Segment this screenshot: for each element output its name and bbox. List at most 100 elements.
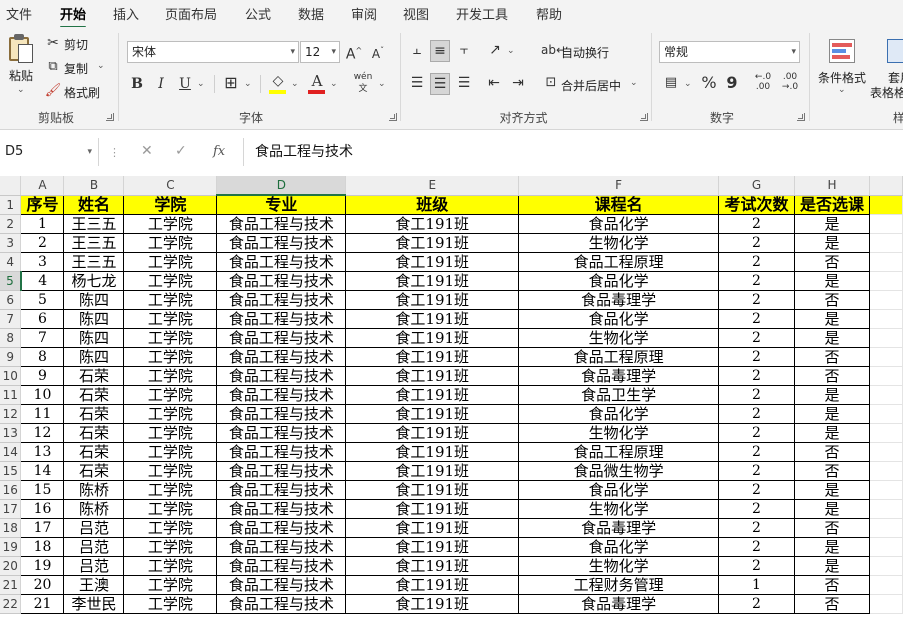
- cell[interactable]: 12: [20, 423, 65, 443]
- cell[interactable]: 陈四: [63, 290, 125, 310]
- cell[interactable]: 13: [20, 442, 65, 462]
- paste-dropdown-icon[interactable]: ⌄: [17, 85, 25, 95]
- cut-icon[interactable]: ✂: [44, 33, 62, 53]
- cell-empty[interactable]: [869, 442, 903, 462]
- cell[interactable]: 工学院: [123, 271, 218, 291]
- cell[interactable]: 食工191班: [345, 499, 520, 519]
- cell[interactable]: 工学院: [123, 461, 218, 481]
- tab-2[interactable]: 插入: [113, 4, 139, 23]
- increase-font-size-icon[interactable]: A^: [345, 41, 363, 65]
- cell[interactable]: 工学院: [123, 499, 218, 519]
- cell-empty[interactable]: [869, 423, 903, 443]
- cell[interactable]: 8: [20, 347, 65, 367]
- cell[interactable]: 否: [794, 575, 870, 595]
- row-header[interactable]: 8: [0, 328, 22, 348]
- cell[interactable]: 否: [794, 442, 870, 462]
- orientation-dropdown-icon[interactable]: ⌄: [507, 46, 515, 56]
- cell[interactable]: 食工191班: [345, 556, 520, 576]
- phonetic-dropdown-icon[interactable]: ⌄: [378, 79, 386, 89]
- tab-4[interactable]: 公式: [245, 4, 271, 23]
- cell[interactable]: 吕范: [63, 518, 125, 538]
- cell[interactable]: 11: [20, 404, 65, 424]
- select-all-corner[interactable]: [0, 176, 22, 196]
- row-header[interactable]: 6: [0, 290, 22, 310]
- cell[interactable]: 食品工程与技术: [216, 290, 347, 310]
- cell[interactable]: 生物化学: [518, 328, 720, 348]
- cell[interactable]: 工学院: [123, 423, 218, 443]
- format-as-table-label-2[interactable]: 表格格: [870, 84, 903, 101]
- cell[interactable]: 2: [718, 214, 795, 234]
- cell[interactable]: 否: [794, 518, 870, 538]
- cell[interactable]: 石荣: [63, 461, 125, 481]
- cell[interactable]: 食工191班: [345, 214, 520, 234]
- font-color-icon[interactable]: A: [307, 71, 327, 91]
- cell-empty[interactable]: [869, 366, 903, 386]
- cell[interactable]: 否: [794, 347, 870, 367]
- cell-empty[interactable]: [869, 328, 903, 348]
- cell-empty[interactable]: [869, 575, 903, 595]
- cell[interactable]: 2: [718, 366, 795, 386]
- cell[interactable]: 2: [718, 385, 795, 405]
- cell[interactable]: 工学院: [123, 480, 218, 500]
- cell[interactable]: 是: [794, 404, 870, 424]
- fill-color-dropdown-icon[interactable]: ⌄: [291, 79, 299, 89]
- cell[interactable]: 工学院: [123, 385, 218, 405]
- row-header[interactable]: 15: [0, 461, 22, 481]
- cell[interactable]: 食品工程与技术: [216, 214, 347, 234]
- cell[interactable]: 生物化学: [518, 499, 720, 519]
- cell-empty[interactable]: [869, 290, 903, 310]
- cell[interactable]: 5: [20, 290, 65, 310]
- cell[interactable]: 2: [718, 290, 795, 310]
- paste-button-label[interactable]: 粘贴: [9, 67, 33, 84]
- cell[interactable]: 否: [794, 461, 870, 481]
- cell[interactable]: 食工191班: [345, 385, 520, 405]
- column-header[interactable]: B: [63, 176, 125, 196]
- cell[interactable]: 工学院: [123, 556, 218, 576]
- wrap-text-button[interactable]: 自动换行: [561, 44, 609, 61]
- decrease-font-size-icon[interactable]: Aˇ: [369, 41, 387, 64]
- cell-empty[interactable]: [869, 309, 903, 329]
- cell[interactable]: 2: [718, 252, 795, 272]
- cell[interactable]: 2: [718, 328, 795, 348]
- row-header[interactable]: 1: [0, 195, 22, 215]
- cell[interactable]: 食工191班: [345, 366, 520, 386]
- cell[interactable]: 2: [718, 442, 795, 462]
- row-header[interactable]: 18: [0, 518, 22, 538]
- wrap-text-icon[interactable]: ab↵: [541, 40, 566, 60]
- cell[interactable]: 陈桥: [63, 499, 125, 519]
- cell[interactable]: 李世民: [63, 594, 125, 614]
- cell-empty[interactable]: [869, 461, 903, 481]
- enter-icon[interactable]: ✓: [175, 143, 187, 159]
- tab-0[interactable]: 文件: [6, 4, 32, 23]
- column-header-empty[interactable]: [869, 176, 903, 196]
- cell[interactable]: 食品工程原理: [518, 347, 720, 367]
- cell[interactable]: 食品化学: [518, 309, 720, 329]
- insert-function-icon[interactable]: fx: [213, 144, 225, 159]
- cell[interactable]: 工学院: [123, 366, 218, 386]
- column-header[interactable]: D: [216, 176, 347, 196]
- format-painter-icon[interactable]: 🖌: [44, 81, 62, 101]
- cell[interactable]: 食品工程与技术: [216, 366, 347, 386]
- cell[interactable]: 食品工程与技术: [216, 233, 347, 253]
- cell[interactable]: 陈桥: [63, 480, 125, 500]
- cell-empty[interactable]: [869, 556, 903, 576]
- cell[interactable]: 2: [20, 233, 65, 253]
- header-cell[interactable]: 考试次数: [718, 194, 795, 215]
- cell[interactable]: 工学院: [123, 252, 218, 272]
- cell-empty[interactable]: [869, 537, 903, 557]
- cell[interactable]: 生物化学: [518, 423, 720, 443]
- cell[interactable]: 食品工程原理: [518, 252, 720, 272]
- align-right-icon[interactable]: ☰: [455, 73, 473, 93]
- conditional-format-dropdown-icon[interactable]: ⌄: [838, 85, 846, 95]
- underline-button[interactable]: U: [177, 74, 193, 94]
- cell[interactable]: 是: [794, 537, 870, 557]
- align-left-icon[interactable]: ☰: [408, 73, 426, 93]
- alignment-launcher-icon[interactable]: [640, 113, 648, 121]
- cell-empty[interactable]: [869, 480, 903, 500]
- cell[interactable]: 是: [794, 556, 870, 576]
- cell[interactable]: 4: [20, 271, 65, 291]
- cell[interactable]: 2: [718, 347, 795, 367]
- row-header[interactable]: 5: [0, 271, 22, 291]
- cell[interactable]: 食品工程与技术: [216, 423, 347, 443]
- cell-empty[interactable]: [869, 214, 903, 234]
